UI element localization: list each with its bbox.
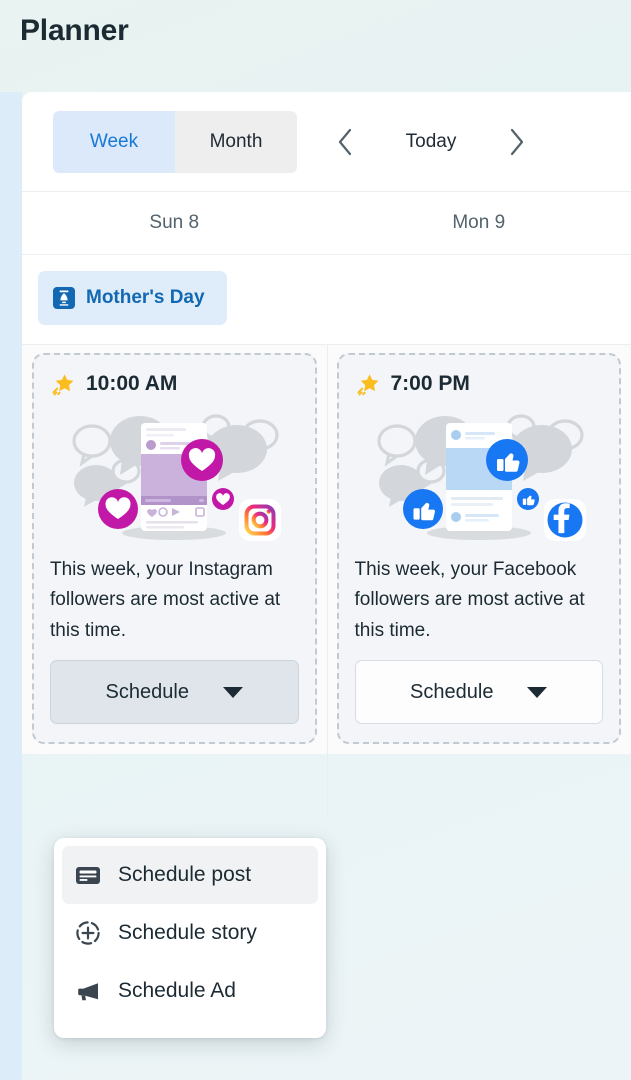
schedule-dropdown-button-facebook[interactable]: Schedule bbox=[354, 660, 603, 725]
schedule-dropdown-menu: Schedule post Schedule story Schedule Ad bbox=[54, 838, 326, 1038]
menu-item-schedule-ad[interactable]: Schedule Ad bbox=[62, 962, 318, 1020]
card-time-row: 7:00 PM bbox=[355, 371, 604, 397]
page-header: Planner bbox=[0, 0, 631, 92]
chevron-left-icon bbox=[334, 127, 356, 157]
holiday-event-mothers-day[interactable]: Mother's Day bbox=[38, 271, 227, 325]
planner-toolbar: Week Month Today bbox=[22, 92, 631, 192]
post-card-icon bbox=[74, 861, 102, 889]
holiday-flower-icon bbox=[52, 286, 76, 310]
day-column-sun: 10:00 AM This week, your Instagram follo… bbox=[22, 353, 327, 754]
schedule-dropdown-button-instagram[interactable]: Schedule bbox=[50, 660, 299, 725]
star-icon bbox=[50, 371, 76, 397]
all-day-cell-sun: Mother's Day bbox=[22, 255, 335, 344]
card-description: This week, your Instagram followers are … bbox=[50, 559, 281, 641]
day-header-row: Sun 8 Mon 9 bbox=[22, 192, 631, 255]
suggested-time-card-facebook: 7:00 PM This week, your Facebook followe… bbox=[336, 353, 621, 745]
instagram-engagement-illustration bbox=[50, 403, 299, 553]
all-day-cell-mon bbox=[335, 255, 631, 344]
today-button[interactable]: Today bbox=[371, 116, 491, 168]
card-time-row: 10:00 AM bbox=[50, 371, 299, 397]
megaphone-icon bbox=[74, 977, 102, 1005]
tab-month[interactable]: Month bbox=[175, 110, 297, 173]
all-day-row: Mother's Day bbox=[22, 255, 631, 345]
card-time-label: 7:00 PM bbox=[390, 372, 470, 395]
next-period-button[interactable] bbox=[491, 116, 543, 168]
holiday-event-label: Mother's Day bbox=[86, 287, 205, 308]
schedule-button-label: Schedule bbox=[410, 680, 494, 703]
tab-week[interactable]: Week bbox=[53, 110, 175, 173]
menu-item-schedule-story[interactable]: Schedule story bbox=[62, 904, 318, 962]
day-column-mon: 7:00 PM This week, your Facebook followe… bbox=[326, 344, 631, 816]
menu-item-label: Schedule post bbox=[118, 863, 252, 886]
page-title: Planner bbox=[20, 14, 129, 47]
card-description: This week, your Facebook followers are m… bbox=[354, 559, 585, 641]
chevron-right-icon bbox=[506, 127, 528, 157]
day-header-sun: Sun 8 bbox=[149, 212, 200, 233]
left-rail bbox=[0, 92, 22, 1080]
caret-down-icon bbox=[527, 686, 548, 698]
previous-period-button[interactable] bbox=[319, 116, 371, 168]
schedule-button-label: Schedule bbox=[105, 680, 189, 703]
menu-item-schedule-post[interactable]: Schedule post bbox=[62, 846, 318, 904]
menu-item-label: Schedule Ad bbox=[118, 979, 236, 1002]
suggested-time-card-instagram: 10:00 AM This week, your Instagram follo… bbox=[32, 353, 317, 745]
day-header-mon: Mon 9 bbox=[452, 212, 506, 233]
caret-down-icon bbox=[222, 686, 243, 698]
view-switcher: Week Month bbox=[53, 110, 297, 173]
planner-panel: Week Month Today Sun 8 Mon 9 Mother's Da… bbox=[22, 92, 631, 816]
facebook-engagement-illustration bbox=[355, 403, 604, 553]
card-time-label: 10:00 AM bbox=[86, 372, 178, 395]
menu-item-label: Schedule story bbox=[118, 921, 257, 944]
star-icon bbox=[355, 371, 381, 397]
story-plus-icon bbox=[74, 919, 102, 947]
suggestion-grid: 10:00 AM This week, your Instagram follo… bbox=[22, 344, 631, 816]
